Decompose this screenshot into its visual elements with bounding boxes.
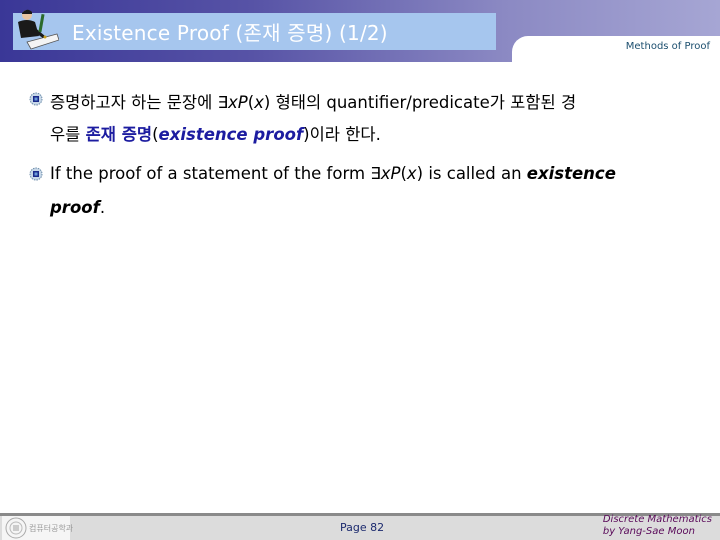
text-segment: 증명하고자 하는 문장에 (50, 93, 218, 112)
text-segment: is called an (423, 164, 527, 183)
bullet-2-line-1: If the proof of a statement of the form … (50, 164, 616, 183)
term-existence-proof-en: existence proof (158, 125, 304, 144)
text-segment: . (99, 198, 106, 217)
text-segment: If the proof of a statement of the form (50, 164, 371, 183)
term-quantifier-predicate: quantifier/predicate (326, 93, 490, 112)
logo-text: 컴퓨터공학과 (29, 524, 74, 533)
text-segment: 가 포함된 경 (489, 93, 577, 112)
exists-symbol: ∃ (217, 93, 228, 112)
presenter-writing-icon (18, 9, 59, 50)
term-existence-proof-kr: 존재 증명 (85, 125, 153, 144)
text-segment: 우를 (50, 125, 86, 144)
page-number: Page 82 (340, 521, 385, 534)
credit-line-2: by Yang-Sae Moon (602, 526, 695, 537)
predicate-p: P (237, 93, 248, 112)
variable-x: x (254, 93, 264, 112)
variable-x: x (227, 93, 238, 112)
university-seal-icon (5, 517, 27, 539)
term-existence: existence (526, 164, 616, 183)
section-label: Methods of Proof (625, 41, 710, 52)
credit-line-1: Discrete Mathematics (602, 514, 712, 525)
bullet-1-line-2: 우를 존재 증명(existence proof)이라 한다. (50, 121, 381, 145)
course-credit: Discrete Mathematics by Yang-Sae Moon (603, 514, 712, 538)
bullet-icon (29, 92, 43, 106)
term-proof: proof (50, 198, 100, 217)
text-segment: 형태의 (270, 93, 327, 112)
predicate-p: P (390, 164, 401, 183)
bullet-icon (29, 167, 43, 181)
university-logo: 컴퓨터공학과 (2, 516, 74, 540)
exists-symbol: ∃ (370, 164, 381, 183)
bullet-1-line-1: 증명하고자 하는 문장에 ∃xP(x) 형태의 quantifier/predi… (50, 89, 576, 113)
page-title: Existence Proof (존재 증명) (1/2) (72, 21, 388, 45)
text-segment: 이라 한다. (309, 125, 381, 144)
variable-x: x (406, 164, 417, 183)
bullet-2-line-2: proof. (50, 198, 105, 217)
